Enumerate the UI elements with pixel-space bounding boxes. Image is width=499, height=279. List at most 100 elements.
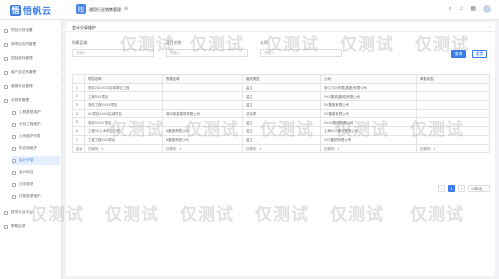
- table-cell[interactable]: 测评XXXX 项目: [84, 117, 163, 128]
- menu-item-icon: [4, 56, 8, 61]
- sidebar-item-label: 分包工程维护: [19, 122, 41, 126]
- search-icon[interactable]: ⌕: [448, 5, 451, 13]
- table-cell: 已填写：1: [320, 143, 417, 154]
- column-header[interactable]: [72, 74, 85, 84]
- prev-page-button[interactable]: ‹: [438, 185, 445, 192]
- sidebar: 项目计划设置 › 场项目合同管理 › 招标投标管理 › 客户及关系管理 › 营销平台管理 › 业财务…: [0, 20, 62, 279]
- table-cell: A集团有限公司: [162, 134, 243, 145]
- sidebar-item[interactable]: 场项目合同管理 ›: [4, 40, 60, 49]
- page-size-select[interactable]: 10条/页: [468, 185, 490, 192]
- filter-company-input[interactable]: 请输入: [260, 49, 342, 57]
- chevron-right-icon: ›: [56, 28, 58, 33]
- table-row[interactable]: 6 工程XX土木项目工程 A集团有限公司 监立 上海XXX建设有限公司: [72, 126, 490, 136]
- menu-item-icon: [12, 194, 16, 199]
- sidebar-item[interactable]: 客户及关系管理 ›: [4, 68, 60, 77]
- table-cell: 浙江XXX有限(集团)有限公司: [320, 82, 417, 93]
- table-cell: 2: [72, 91, 85, 102]
- close-icon[interactable]: ×: [489, 24, 491, 29]
- sidebar-item[interactable]: 帮助反馈: [4, 222, 60, 231]
- tab-accounting-entry[interactable]: 会计分录维护: [72, 25, 96, 31]
- column-header[interactable]: 所属区域: [162, 74, 243, 84]
- table-cell: 监立: [242, 117, 321, 128]
- column-header[interactable]: 项目名称: [84, 74, 163, 84]
- sidebar-item[interactable]: 营销平台管理 ›: [4, 82, 60, 91]
- menu-item-icon: [12, 134, 16, 139]
- table-cell: [162, 91, 243, 102]
- settings-icon[interactable]: ⊜: [124, 6, 128, 12]
- sidebar-item[interactable]: 业务类型: [12, 180, 60, 189]
- menu-item-icon: [12, 182, 16, 187]
- sidebar-item-label: 会计科目: [19, 170, 34, 174]
- sidebar-item[interactable]: 分包工程维护: [12, 120, 60, 129]
- table-row[interactable]: 2 工程XXX项目 监立 XXX集团(集团)有限公司: [72, 91, 490, 102]
- sidebar-item[interactable]: 项目计划设置 ›: [4, 26, 60, 35]
- bell-icon[interactable]: ♫: [459, 5, 464, 13]
- sidebar-item-label: 业务类型: [19, 182, 34, 186]
- sidebar-item[interactable]: 会计科目: [12, 168, 60, 177]
- menu-item-icon: [12, 110, 16, 115]
- sidebar-item[interactable]: 付款类型维护: [12, 192, 60, 201]
- brand-logo[interactable]: 悟 悟帆云: [10, 4, 52, 16]
- main-content: 会计分录维护 × 所属区域 请输入 项目名称 请输入 公司 请输入 查询 重置 …: [66, 22, 495, 276]
- table-cell[interactable]: 工程工程XXX项目: [84, 134, 163, 145]
- reset-button[interactable]: 重置: [472, 50, 487, 58]
- filter-project-label: 项目名称: [166, 41, 182, 45]
- table-row[interactable]: 1 测评2021XXX区域项目工程 监立 浙江XXX有限(集团)有限公司: [72, 82, 490, 93]
- table-cell[interactable]: 测评2021XXX区域项目工程: [84, 82, 163, 93]
- table-cell: 监立: [242, 91, 321, 102]
- table-cell: 监立: [242, 82, 321, 93]
- search-button[interactable]: 查询: [451, 50, 466, 58]
- table-cell[interactable]: XX项目XXXX区域项目: [84, 108, 163, 119]
- grid-icon[interactable]: ▦: [470, 5, 476, 13]
- sidebar-item-label: 财务平台中心: [11, 210, 33, 214]
- sidebar-item[interactable]: 业财务管理 ›: [4, 96, 60, 105]
- sidebar-item-label: 业财务管理: [11, 98, 29, 102]
- next-page-button[interactable]: ›: [458, 185, 465, 192]
- filter-region-input[interactable]: 请输入: [72, 49, 154, 57]
- column-header[interactable]: 组织类型: [242, 74, 321, 84]
- table-cell[interactable]: 测评工程XXXX项目: [84, 100, 163, 110]
- table-cell: 7: [72, 134, 85, 145]
- sidebar-item[interactable]: 招标投标管理 ›: [4, 54, 60, 63]
- table-row[interactable]: 5 测评XXXX 项目 监立 XXXX集团有限公司: [72, 117, 490, 128]
- table-cell: [162, 117, 243, 128]
- table-row[interactable]: 7 工程工程XXX项目 A集团有限公司 监立 XXX集团有限公司: [72, 134, 490, 145]
- sidebar-item[interactable]: 会计分录: [12, 156, 60, 165]
- table-cell: 3: [72, 100, 85, 110]
- table-row[interactable]: 4 XX项目XXXX区域项目 湖州某某建筑有限公司 总包项 XX集团有限公司: [72, 108, 490, 119]
- data-table: 项目名称 所属区域 组织类型 公司 审批状态 1 测评2021XXX区域项目工程 监立 浙江X…: [72, 74, 490, 154]
- table-cell: 总包项: [242, 108, 321, 119]
- page-number-button[interactable]: 1: [448, 185, 455, 192]
- sidebar-item-label: 付款类型维护: [19, 194, 41, 198]
- table-cell: [416, 91, 490, 102]
- filter-project-input[interactable]: 请输入: [166, 49, 248, 57]
- menu-item-icon: [12, 170, 16, 175]
- sidebar-item[interactable]: 供应商维护: [12, 144, 60, 153]
- table-cell: XXX集团有限公司: [320, 134, 417, 145]
- table-cell[interactable]: 已填写：1: [84, 143, 163, 154]
- table-row[interactable]: 合计 已填写：1 已填写：1 已填写：1 已填写：1 已填写：1: [72, 143, 490, 154]
- table-cell: [416, 117, 490, 128]
- filter-company-label: 公司: [260, 41, 268, 45]
- table-cell: XXX集团(集团)有限公司: [320, 91, 417, 102]
- sidebar-item[interactable]: 财务平台中心: [4, 208, 60, 217]
- sidebar-item[interactable]: 公司维护列表: [12, 132, 60, 141]
- sidebar-item[interactable]: 工程类型维护: [12, 108, 60, 117]
- sidebar-item-label: 营销平台管理: [11, 84, 33, 88]
- table-cell: 5: [72, 117, 85, 128]
- menu-item-icon: [4, 84, 8, 89]
- app-chip-icon[interactable]: 院: [76, 4, 86, 14]
- column-header[interactable]: 公司: [320, 74, 417, 84]
- table-row[interactable]: 3 测评工程XXXX项目 监立 XX集团有限公司: [72, 100, 490, 110]
- sidebar-item-label: 会计分录: [19, 158, 34, 162]
- user-avatar[interactable]: [483, 5, 491, 13]
- menu-item-icon: [12, 146, 16, 151]
- table-cell[interactable]: 工程XXX项目: [84, 91, 163, 102]
- table-cell[interactable]: 工程XX土木项目工程: [84, 126, 163, 136]
- sidebar-item-label: 场项目合同管理: [11, 42, 37, 46]
- column-header[interactable]: 审批状态: [416, 74, 490, 84]
- logo-mark-icon: 悟: [10, 4, 21, 16]
- table-cell: 已填写：1: [162, 143, 243, 154]
- chevron-right-icon: ›: [56, 56, 58, 61]
- sidebar-item-label: 公司维护列表: [19, 134, 41, 138]
